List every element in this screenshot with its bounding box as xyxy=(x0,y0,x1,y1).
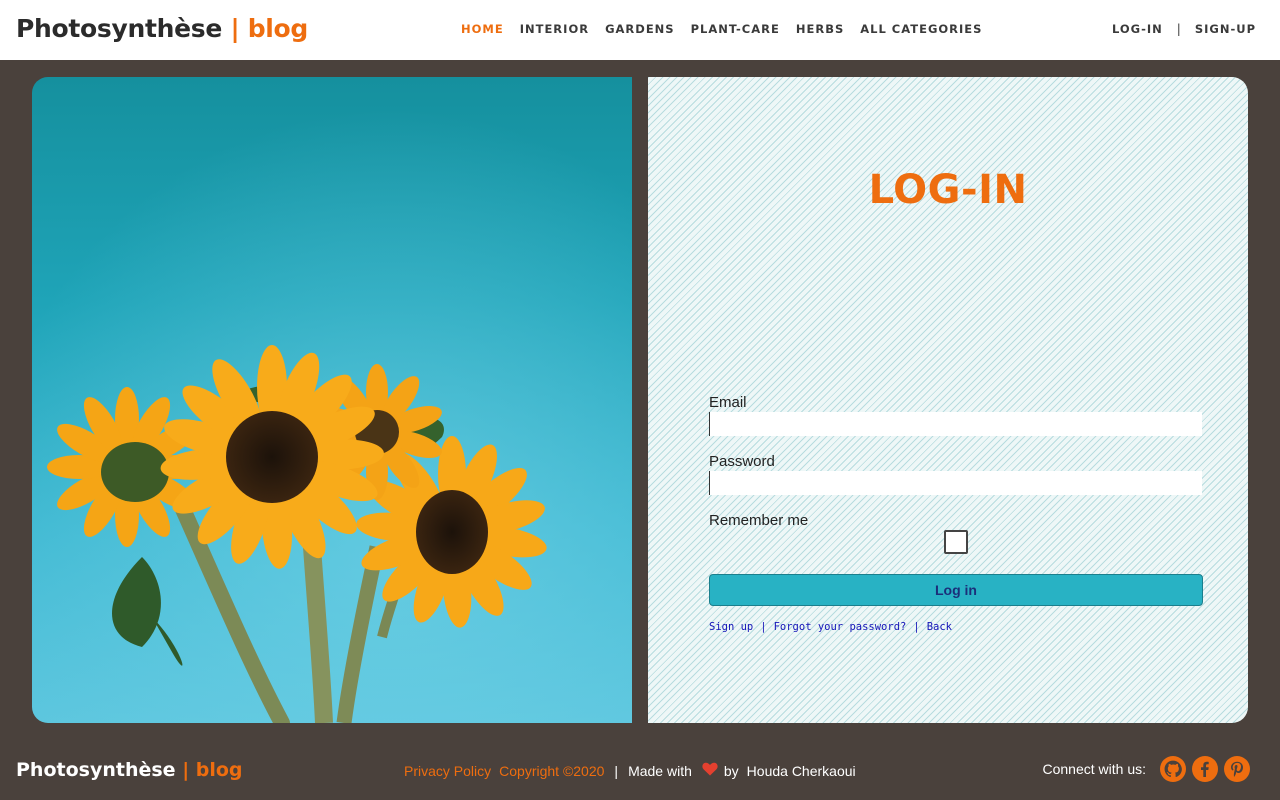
header-signup-link[interactable]: SIGN-UP xyxy=(1195,22,1256,36)
auth-separator: | xyxy=(1176,22,1181,36)
site-footer: Photosynthèse | blog Privacy Policy Copy… xyxy=(0,740,1280,800)
forgot-password-link[interactable]: Forgot your password? xyxy=(774,621,907,633)
nav-herbs[interactable]: HERBS xyxy=(796,22,844,36)
password-field[interactable] xyxy=(709,471,1202,495)
nav-plant-care[interactable]: PLANT-CARE xyxy=(691,22,780,36)
nav-interior[interactable]: INTERIOR xyxy=(520,22,589,36)
sunflower-photo xyxy=(32,77,632,723)
author-name: Houda Cherkaoui xyxy=(746,762,856,779)
login-panel: LOG-IN Email Password Remember me Log in… xyxy=(648,77,1248,723)
github-icon[interactable] xyxy=(1160,756,1186,782)
by-text: by xyxy=(723,762,739,779)
password-label: Password xyxy=(709,453,775,470)
remember-me-checkbox[interactable] xyxy=(944,530,968,554)
signup-link[interactable]: Sign up xyxy=(709,621,753,633)
site-header: Photosynthèse | blog HOME INTERIOR GARDE… xyxy=(0,0,1280,60)
pinterest-icon[interactable] xyxy=(1224,756,1250,782)
footer-brand-accent: | blog xyxy=(182,759,243,781)
link-separator: | xyxy=(913,621,920,633)
footer-info: Privacy Policy Copyright ©2020 | Made wi… xyxy=(404,762,856,779)
sunflower-illustration xyxy=(32,77,632,723)
main-nav: HOME INTERIOR GARDENS PLANT-CARE HERBS A… xyxy=(461,22,998,36)
heart-icon xyxy=(702,762,718,779)
social-links: Connect with us: xyxy=(1042,756,1250,782)
email-label: Email xyxy=(709,394,747,411)
email-field[interactable] xyxy=(709,412,1202,436)
footer-logo[interactable]: Photosynthèse | blog xyxy=(16,759,243,781)
remember-me-label: Remember me xyxy=(709,512,809,529)
copyright-text: Copyright ©2020 xyxy=(499,762,605,779)
brand-name: Photosynthèse xyxy=(16,14,223,43)
login-title: LOG-IN xyxy=(868,167,1028,213)
nav-all-categories[interactable]: ALL CATEGORIES xyxy=(860,22,982,36)
auth-links: LOG-IN | SIGN-UP xyxy=(1112,22,1256,36)
login-links: Sign up | Forgot your password? | Back xyxy=(709,621,952,633)
connect-label: Connect with us: xyxy=(1042,761,1147,777)
footer-separator: | xyxy=(614,762,619,779)
link-separator: | xyxy=(760,621,767,633)
made-with-text: Made with xyxy=(628,762,692,779)
footer-brand-name: Photosynthèse xyxy=(16,759,176,781)
login-button[interactable]: Log in xyxy=(709,574,1203,606)
facebook-icon[interactable] xyxy=(1192,756,1218,782)
privacy-policy-link[interactable]: Privacy Policy xyxy=(404,763,491,779)
nav-gardens[interactable]: GARDENS xyxy=(605,22,675,36)
back-link[interactable]: Back xyxy=(927,621,952,633)
site-logo[interactable]: Photosynthèse | blog xyxy=(16,14,308,43)
brand-accent: | blog xyxy=(230,14,309,43)
nav-home[interactable]: HOME xyxy=(461,22,504,36)
header-login-link[interactable]: LOG-IN xyxy=(1112,22,1163,36)
